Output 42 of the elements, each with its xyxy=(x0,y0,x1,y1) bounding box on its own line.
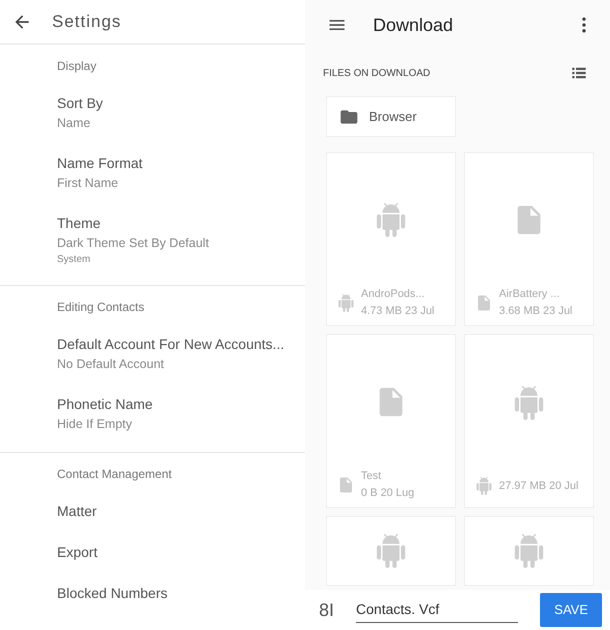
setting-title[interactable]: Sort By xyxy=(57,93,305,114)
setting-value: First Name xyxy=(57,174,120,192)
setting-title[interactable]: Name Format xyxy=(57,152,305,174)
setting-title[interactable]: Export xyxy=(57,542,305,563)
save-button[interactable]: SAVE xyxy=(540,593,602,627)
setting-value: Hide If Empty xyxy=(57,416,134,433)
file-info: 0 B 20 Lug xyxy=(361,486,414,500)
android-icon xyxy=(374,534,408,568)
file-tile[interactable] xyxy=(326,516,456,586)
folder-name: Browser xyxy=(369,108,417,126)
setting-title[interactable]: Default Account For New Accounts... xyxy=(57,334,305,356)
file-info: 4.73 MB 23 Jul xyxy=(361,304,434,318)
android-icon xyxy=(475,477,493,495)
android-icon xyxy=(337,294,355,312)
section-heading: Display xyxy=(57,58,98,75)
setting-value: Dark Theme Set By Default xyxy=(57,234,210,252)
settings-title: Settings xyxy=(52,10,122,33)
folder-title: Download xyxy=(373,14,454,36)
filename-field[interactable]: Contacts. Vcf xyxy=(356,597,518,623)
file-info: 27.97 MB 20 Jul xyxy=(499,478,578,494)
setting-title[interactable]: Theme xyxy=(57,212,305,234)
android-icon xyxy=(374,202,408,236)
file-info: 3.68 MB 23 Jul xyxy=(499,304,572,318)
setting-note: System xyxy=(57,253,92,268)
section-heading: Contact Management xyxy=(57,466,173,483)
file-name: AirBattery ... xyxy=(499,287,561,302)
setting-title[interactable]: Phonetic Name xyxy=(57,394,305,415)
file-name: Test xyxy=(361,469,382,484)
section-label: FILES ON DOWNLOAD xyxy=(323,66,430,80)
file-tile[interactable] xyxy=(464,516,594,586)
setting-title[interactable]: Matter xyxy=(57,500,305,522)
setting-value: No Default Account xyxy=(57,356,166,374)
document-icon xyxy=(475,294,493,312)
file-name: AndroPods... xyxy=(361,287,426,302)
save-label: 8I xyxy=(319,598,334,622)
setting-title[interactable]: Blocked Numbers xyxy=(57,582,305,604)
document-icon xyxy=(337,476,355,494)
setting-value: Name xyxy=(57,115,92,132)
section-heading: Editing Contacts xyxy=(57,299,146,316)
android-icon xyxy=(512,386,546,420)
android-icon xyxy=(512,534,546,568)
folder-tile[interactable]: Browser xyxy=(326,96,456,137)
